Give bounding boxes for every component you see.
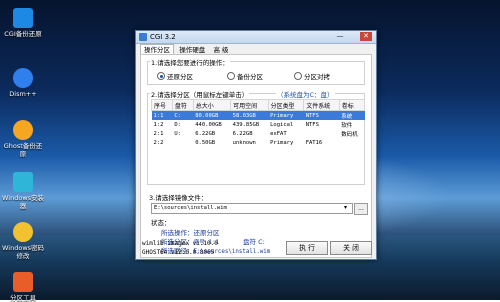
step3-label: 3.请选择镜像文件： xyxy=(149,194,208,202)
table-cell: FAT16 xyxy=(305,139,323,146)
table-cell: 58.03GB xyxy=(230,110,269,120)
table-cell: 0.50GB xyxy=(195,139,216,146)
radio-dot xyxy=(157,72,165,80)
column-header[interactable]: 文件系统 xyxy=(303,99,340,111)
table-row[interactable]: 2:1 U: 6.22GB 6.22GB exFAT 数码机 xyxy=(152,129,365,138)
radio-label: 备份分区 xyxy=(237,73,263,81)
desktop-icon-label: Ghost备份还原 xyxy=(3,142,43,158)
gear-icon xyxy=(13,68,33,88)
table-cell: NTFS xyxy=(303,110,340,120)
desktop-icon-ghost[interactable]: Ghost备份还原 xyxy=(2,120,44,158)
table-cell xyxy=(304,129,340,138)
browse-button[interactable]: ... xyxy=(354,203,368,215)
app-icon xyxy=(139,33,147,41)
desktop-icon-label: CGI备份还原 xyxy=(4,30,42,38)
ghost-icon xyxy=(13,120,33,140)
dropdown-arrow-icon[interactable]: ▾ xyxy=(344,204,347,211)
desktop-icon-label: Dism++ xyxy=(9,90,37,98)
table-cell: 80.00GB xyxy=(193,110,231,120)
desktop-icon-label: 分区工具 xyxy=(10,294,36,302)
desktop-background: CGI备份还原 Dism++ Ghost备份还原 Windows安装器 Wind… xyxy=(0,0,500,302)
window-title: CGI 3.2 xyxy=(150,33,176,41)
close-window-button[interactable]: ✕ xyxy=(360,32,372,41)
table-cell: D: xyxy=(174,121,181,128)
table-cell: C: xyxy=(172,110,194,120)
table-cell: unknown xyxy=(232,139,256,146)
cgi-icon xyxy=(13,8,33,28)
table-header-row: 序号 盘符 总大小 可用空间 分区类型 文件系统 卷标 xyxy=(151,99,366,111)
column-header[interactable]: 总大小 xyxy=(192,99,232,111)
minimize-button[interactable]: — xyxy=(334,32,346,41)
tab-bar: 操作分区 操作硬盘 高 级 xyxy=(140,44,232,55)
column-header[interactable]: 分区类型 xyxy=(267,99,305,111)
table-cell: 系统 xyxy=(339,110,365,120)
ghost-version: GHOST64 v12.0.0.8065 xyxy=(142,249,215,256)
cgi-window: CGI 3.2 — ✕ 操作分区 操作硬盘 高 级 1.请选择您要进行的操作： … xyxy=(135,30,377,260)
desktop-icon-label: Windows密码修改 xyxy=(2,244,45,260)
radio-restore[interactable]: 还原分区 xyxy=(157,71,193,81)
table-row[interactable]: 1:2 D: 440.00GB 439.85GB Logical NTFS 软件 xyxy=(152,120,365,129)
table-cell: 2:1 xyxy=(153,130,164,137)
table-cell: Primary xyxy=(270,139,294,146)
radio-copy[interactable]: 分区对拷 xyxy=(294,71,330,81)
table-cell: exFAT xyxy=(270,130,287,137)
table-cell xyxy=(339,138,364,147)
table-row[interactable]: 1:1 C: 80.00GB 58.03GB Primary NTFS 系统 xyxy=(151,110,365,120)
column-header[interactable]: 序号 xyxy=(151,99,173,111)
desktop-icon-windows-installer[interactable]: Windows安装器 xyxy=(2,172,44,210)
desktop-icon-dism[interactable]: Dism++ xyxy=(2,68,44,98)
status-label: 状态： xyxy=(151,219,171,227)
wimlib-version: wimlib-imagex v1.10.0 xyxy=(142,240,218,247)
title-bar[interactable]: CGI 3.2 — ✕ xyxy=(136,31,376,44)
partition-icon xyxy=(13,272,33,292)
table-cell: 439.85GB xyxy=(232,121,260,128)
desktop-icon-password[interactable]: Windows密码修改 xyxy=(2,222,44,260)
table-cell: 数码机 xyxy=(341,131,358,138)
table-cell: 软件 xyxy=(341,122,353,129)
image-path-input[interactable]: E:\sources\install.wim xyxy=(151,203,353,214)
column-header[interactable]: 盘符 xyxy=(171,99,194,111)
table-cell: U: xyxy=(174,130,181,137)
table-cell: 440.00GB xyxy=(195,121,222,128)
close-button[interactable]: 关 闭 xyxy=(330,241,372,255)
desktop-icon-cgi[interactable]: CGI备份还原 xyxy=(2,8,44,38)
execute-button[interactable]: 执 行 xyxy=(286,241,328,255)
table-cell: 6.22GB xyxy=(195,130,216,137)
radio-dot xyxy=(227,72,235,80)
partition-table: 序号 盘符 总大小 可用空间 分区类型 文件系统 卷标 1:1 C: 80.00… xyxy=(151,99,366,147)
table-cell: 2:2 xyxy=(153,139,164,146)
table-cell xyxy=(172,138,193,147)
table-cell: 1:2 xyxy=(153,121,164,128)
installer-icon xyxy=(13,172,33,192)
desktop-icon-label: Windows安装器 xyxy=(2,194,45,210)
radio-label: 还原分区 xyxy=(167,73,193,81)
system-disk-hint: （系统盘为C：盘） xyxy=(276,89,335,99)
desktop-icon-partition[interactable]: 分区工具 xyxy=(2,272,44,302)
step1-label: 1.请选择您要进行的操作： xyxy=(150,57,230,67)
table-cell: Primary xyxy=(268,110,304,120)
step2-label: 2.请选择分区（用鼠标左键单击） xyxy=(150,89,250,99)
table-cell: 1:1 xyxy=(151,110,173,120)
table-row[interactable]: 2:2 0.50GB unknown Primary FAT16 xyxy=(152,138,365,147)
column-header[interactable]: 卷标 xyxy=(338,99,366,111)
table-cell: NTFS xyxy=(305,121,319,128)
tab-panel: 1.请选择您要进行的操作： 还原分区 备份分区 分区对拷 2.请选择分区（用鼠标… xyxy=(140,54,372,258)
key-icon xyxy=(13,222,33,242)
column-header[interactable]: 可用空间 xyxy=(230,99,269,111)
radio-label: 分区对拷 xyxy=(304,73,330,81)
table-cell: 6.22GB xyxy=(232,130,253,137)
radio-dot xyxy=(294,72,302,80)
radio-backup[interactable]: 备份分区 xyxy=(227,71,263,81)
table-cell: Logical xyxy=(270,121,294,128)
